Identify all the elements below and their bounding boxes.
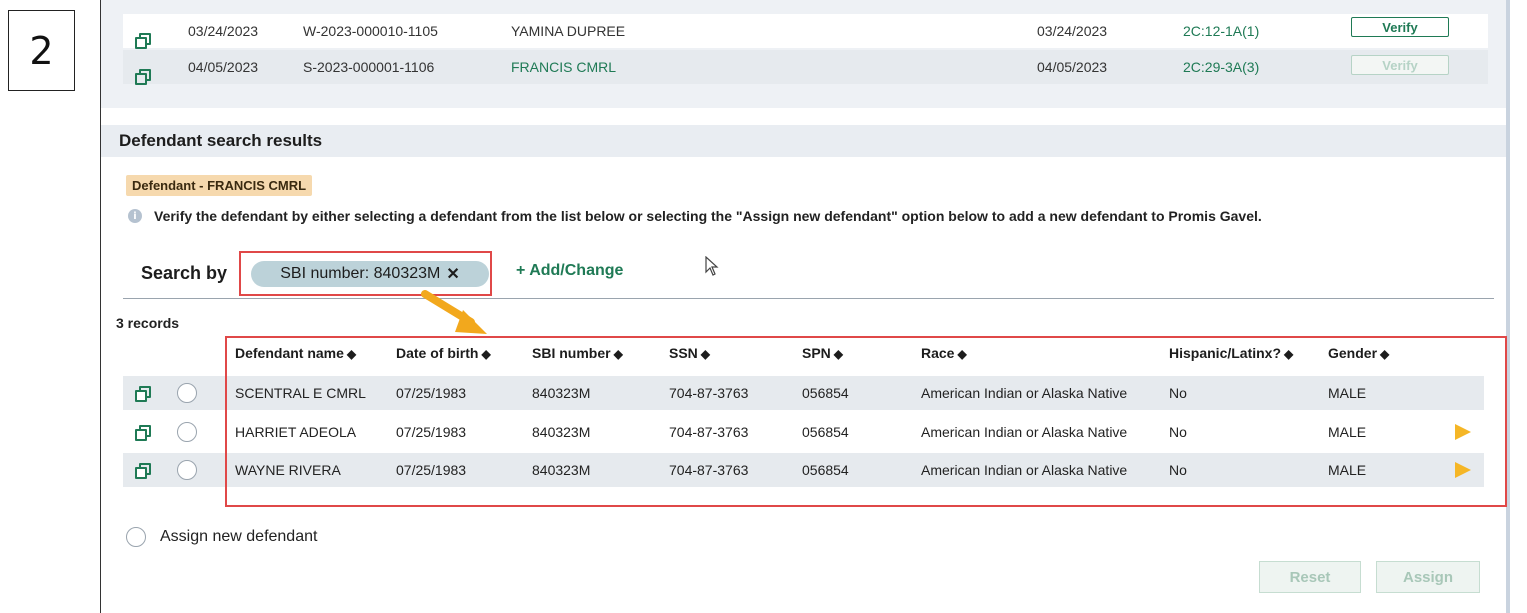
defendant-name: YAMINA DUPREE [511,23,626,39]
verify-button-disabled[interactable]: Verify [1351,55,1449,75]
table-row: 03/24/2023 W-2023-000010-1105 YAMINA DUP… [123,14,1488,49]
copy-icon[interactable] [135,425,151,441]
section-title: Defendant search results [119,131,323,150]
reset-button[interactable]: Reset [1259,561,1361,593]
row-select-radio[interactable] [177,422,197,442]
row-select-radio[interactable] [177,460,197,480]
mouse-cursor-icon [705,255,719,281]
verify-button[interactable]: Verify [1351,17,1449,37]
copy-icon[interactable] [135,463,151,479]
chip-label: SBI number: 840323M [280,265,441,282]
assign-new-label: Assign new defendant [160,528,318,545]
statute-code: 2C:29-3A(3) [1183,59,1260,75]
copy-icon[interactable] [135,69,151,85]
chip-close-icon[interactable]: ✕ [446,264,459,284]
arrow-icon [421,290,487,334]
defendant-name-link[interactable]: FRANCIS CMRL [511,59,616,75]
defendant-badge: Defendant - FRANCIS CMRL [126,175,313,196]
highlight-box-table [225,336,1507,507]
top-results-area: 03/24/2023 W-2023-000010-1105 YAMINA DUP… [101,0,1506,108]
divider [123,298,1494,299]
records-count: 3 records [116,315,180,331]
assign-button[interactable]: Assign [1376,561,1480,593]
offense-date: 04/05/2023 [1037,59,1108,75]
copy-icon[interactable] [135,33,151,49]
step-number: 2 [29,28,54,73]
info-icon: i [128,209,142,223]
statute-code: 2C:12-1A(1) [1183,23,1260,39]
assign-new-radio[interactable] [126,527,146,547]
search-filter-chip[interactable]: SBI number: 840323M ✕ [251,261,489,287]
add-change-link[interactable]: + Add/Change [516,262,623,280]
table-row: 04/05/2023 S-2023-000001-1106 FRANCIS CM… [123,50,1488,85]
copy-icon[interactable] [135,386,151,402]
complaint-number: W-2023-000010-1105 [303,23,438,39]
assign-new-defendant-option[interactable]: Assign new defendant [126,527,317,547]
complaint-number: S-2023-000001-1106 [303,59,435,75]
info-message: i Verify the defendant by either selecti… [128,208,1262,224]
info-text: Verify the defendant by either selecting… [154,208,1262,224]
offense-date: 03/24/2023 [1037,23,1108,39]
row-select-radio[interactable] [177,383,197,403]
filing-date: 03/24/2023 [188,23,259,39]
step-number-box: 2 [8,10,75,91]
section-header: Defendant search results [101,125,1506,157]
search-by-label: Search by [141,263,228,283]
filing-date: 04/05/2023 [188,59,259,75]
main-panel: 03/24/2023 W-2023-000010-1105 YAMINA DUP… [100,0,1510,613]
